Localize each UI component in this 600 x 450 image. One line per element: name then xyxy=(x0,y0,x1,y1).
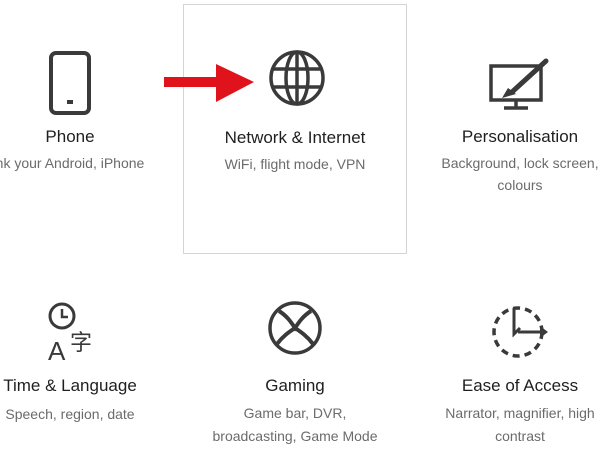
svg-text:A: A xyxy=(48,336,66,364)
tile-ease-desc-line2: contrast xyxy=(495,428,545,444)
tile-network-desc: WiFi, flight mode, VPN xyxy=(224,156,366,172)
paintbrush-icon xyxy=(489,58,549,110)
tile-time-language[interactable]: A 字 Time & Language Speech, region, date xyxy=(0,268,190,450)
tile-time-desc: Speech, region, date xyxy=(5,406,135,422)
tile-ease-desc-line1: Narrator, magnifier, high xyxy=(445,405,595,421)
tile-personalisation-title: Personalisation xyxy=(461,127,579,146)
tile-personalisation-desc-line1: Background, lock screen, xyxy=(441,155,599,171)
red-arrow-icon xyxy=(164,64,254,102)
tile-ease-of-access[interactable]: Ease of Access Narrator, magnifier, high… xyxy=(408,268,600,450)
tile-gaming[interactable]: Gaming Game bar, DVR, broadcasting, Game… xyxy=(183,268,407,450)
tile-personalisation[interactable]: Personalisation Background, lock screen,… xyxy=(408,0,600,250)
tile-network-internet[interactable]: Network & Internet WiFi, flight mode, VP… xyxy=(183,4,407,254)
tile-gaming-desc-line2: broadcasting, Game Mode xyxy=(212,428,378,444)
tile-ease-title: Ease of Access xyxy=(461,376,579,395)
time-language-icon: A 字 xyxy=(48,302,92,364)
ease-of-access-icon xyxy=(492,306,548,358)
tile-personalisation-desc-line2: colours xyxy=(497,177,543,193)
xbox-icon xyxy=(268,301,322,355)
svg-text:字: 字 xyxy=(70,331,92,356)
phone-icon xyxy=(49,51,91,115)
globe-icon xyxy=(269,50,325,106)
tile-network-title: Network & Internet xyxy=(224,128,366,147)
tile-gaming-desc-line1: Game bar, DVR, xyxy=(243,405,347,421)
tile-time-title: Time & Language xyxy=(3,376,137,395)
settings-home-grid: Phone nk your Android, iPhone Network & … xyxy=(0,0,600,450)
tile-gaming-title: Gaming xyxy=(265,376,325,395)
